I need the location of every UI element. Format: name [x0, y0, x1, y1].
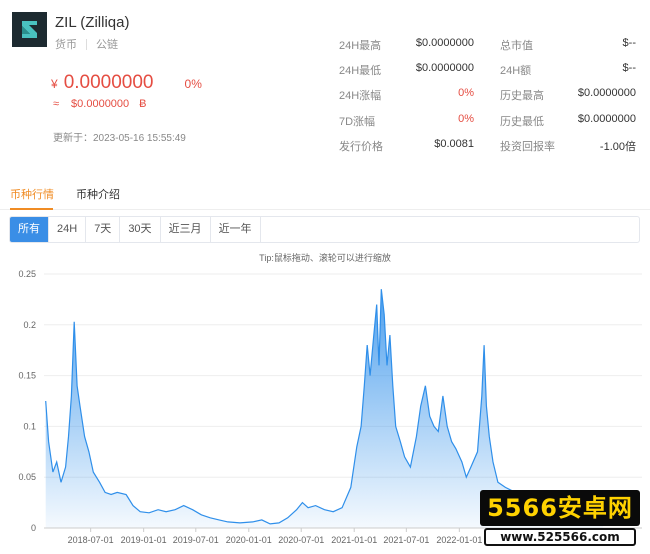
x-tick-label: 2019-01-01: [121, 535, 167, 545]
stat-volume-24h: 24H额 $--: [500, 62, 636, 78]
tab-bar: 币种行情 币种介绍: [0, 175, 650, 210]
stat-high-24h: 24H最高 $0.0000000: [339, 37, 474, 53]
tag-public-chain[interactable]: 公链: [96, 36, 118, 52]
stat-value: $--: [622, 37, 636, 49]
y-tick-label: 0: [31, 523, 36, 533]
y-tick-label: 0.25: [18, 269, 36, 279]
stat-label: 24H最高: [339, 40, 382, 52]
tab-market[interactable]: 币种行情: [10, 186, 54, 202]
tab-intro[interactable]: 币种介绍: [76, 186, 120, 202]
update-time: 更新于：2023-05-16 15:55:49: [53, 133, 186, 144]
stat-label: 发行价格: [339, 141, 383, 153]
stat-value: $0.0000000: [577, 87, 636, 99]
price-cny: 0.0000000: [63, 72, 154, 93]
stat-label: 投资回报率: [500, 141, 555, 153]
stat-value: 0%: [458, 113, 474, 125]
cny-symbol: ¥: [51, 77, 58, 91]
x-tick-label: 2020-07-01: [278, 535, 324, 545]
range-1y-button[interactable]: 近一年: [211, 217, 261, 242]
stat-label: 历史最低: [500, 116, 544, 128]
btc-icon: Ƀ: [139, 98, 147, 110]
zilliqa-logo-icon: [12, 12, 47, 47]
stat-value: $--: [622, 62, 636, 74]
stat-market-cap: 总市值 $--: [500, 37, 636, 53]
range-30d-button[interactable]: 30天: [120, 217, 161, 242]
watermark-brand: 5566安卓网: [480, 490, 640, 526]
range-7d-button[interactable]: 7天: [86, 217, 121, 242]
range-all-button[interactable]: 所有: [10, 217, 49, 242]
stat-value: $0.0081: [434, 138, 474, 150]
price-row: ¥ 0.0000000 0%: [51, 72, 202, 94]
price-change: 0%: [184, 77, 202, 91]
stat-value: $0.0000000: [577, 113, 636, 125]
stat-value: $0.0000000: [415, 37, 474, 49]
stat-all-time-low: 历史最低 $0.0000000: [500, 113, 636, 129]
stat-label: 历史最高: [500, 90, 544, 102]
watermark-url: www.525566.com: [484, 528, 636, 546]
price-usd: $0.0000000: [71, 98, 130, 110]
y-tick-label: 0.2: [23, 320, 36, 330]
stat-roi: 投资回报率 -1.00倍: [500, 138, 636, 154]
stat-issue-price: 发行价格 $0.0081: [339, 138, 474, 154]
approx-symbol: ≈: [53, 98, 60, 110]
tag-divider: [86, 38, 87, 50]
stat-value: -1.00倍: [599, 141, 636, 153]
tag-currency[interactable]: 货币: [55, 36, 77, 52]
y-tick-label: 0.1: [23, 421, 36, 431]
x-tick-label: 2022-01-01: [436, 535, 482, 545]
stat-label: 7D涨幅: [339, 116, 376, 128]
stat-label: 总市值: [500, 40, 533, 52]
stat-label: 24H涨幅: [339, 90, 382, 102]
range-3m-button[interactable]: 近三月: [161, 217, 211, 242]
stat-value: 0%: [458, 87, 474, 99]
coin-name: ZIL (Zilliqa): [55, 14, 130, 31]
coin-logo: [12, 12, 47, 47]
range-selector: 所有 24H 7天 30天 近三月 近一年: [9, 216, 640, 243]
stat-low-24h: 24H最低 $0.0000000: [339, 62, 474, 78]
x-tick-label: 2019-07-01: [173, 535, 219, 545]
stat-value: $0.0000000: [415, 62, 474, 74]
x-tick-label: 2021-07-01: [383, 535, 429, 545]
x-tick-label: 2018-07-01: [68, 535, 114, 545]
stat-label: 24H额: [500, 65, 532, 77]
y-tick-label: 0.15: [18, 371, 36, 381]
range-24h-button[interactable]: 24H: [49, 217, 87, 242]
stat-change-24h: 24H涨幅 0%: [339, 87, 474, 103]
usd-row: ≈ $0.0000000 Ƀ: [53, 98, 147, 110]
coin-tags: 货币 公链: [55, 36, 118, 52]
y-tick-label: 0.05: [18, 472, 36, 482]
stat-all-time-high: 历史最高 $0.0000000: [500, 87, 636, 103]
stat-label: 24H最低: [339, 65, 382, 77]
stat-change-7d: 7D涨幅 0%: [339, 113, 474, 129]
tab-active-indicator: [10, 208, 53, 210]
x-tick-label: 2021-01-01: [331, 535, 377, 545]
site-watermark: 5566安卓网 www.525566.com: [480, 490, 645, 550]
x-tick-label: 2020-01-01: [226, 535, 272, 545]
